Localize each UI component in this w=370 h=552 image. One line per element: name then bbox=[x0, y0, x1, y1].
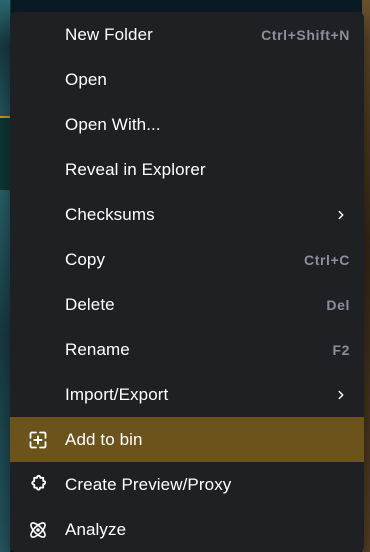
menu-item-label: Checksums bbox=[65, 204, 155, 224]
chevron-right-icon bbox=[338, 390, 344, 399]
menu-item-label: Reveal in Explorer bbox=[65, 159, 206, 179]
menu-item-label: Copy bbox=[65, 249, 106, 269]
menu-item-analyze[interactable]: Analyze bbox=[10, 507, 364, 552]
atom-icon bbox=[30, 521, 46, 538]
menu-item-label: Add to bin bbox=[65, 429, 143, 449]
menu-item-open-with[interactable]: Open With... bbox=[10, 102, 364, 147]
menu-item-import-export[interactable]: Import/Export bbox=[10, 372, 364, 417]
menu-item-label: Import/Export bbox=[65, 384, 169, 404]
menu-item-shortcut: F2 bbox=[332, 341, 350, 358]
menu-item-label: Open bbox=[65, 69, 107, 89]
menu-item-label: Open With... bbox=[65, 114, 161, 134]
menu-item-shortcut: Ctrl+Shift+N bbox=[261, 26, 350, 43]
menu-item-delete[interactable]: Delete Del bbox=[10, 282, 364, 327]
menu-item-label: New Folder bbox=[65, 24, 153, 44]
menu-item-label: Delete bbox=[65, 294, 115, 314]
menu-item-open[interactable]: Open bbox=[10, 57, 364, 102]
menu-item-create-preview-proxy[interactable]: Create Preview/Proxy bbox=[10, 462, 364, 507]
menu-item-copy[interactable]: Copy Ctrl+C bbox=[10, 237, 364, 282]
background-thumbnail-strip-left bbox=[0, 0, 10, 118]
context-menu: New Folder Ctrl+Shift+N Open Open With..… bbox=[10, 12, 364, 552]
chevron-right-icon bbox=[338, 210, 344, 219]
menu-item-new-folder[interactable]: New Folder Ctrl+Shift+N bbox=[10, 12, 364, 57]
menu-item-add-to-bin[interactable]: Add to bin bbox=[10, 417, 364, 462]
menu-item-label: Create Preview/Proxy bbox=[65, 474, 232, 494]
menu-item-rename[interactable]: Rename F2 bbox=[10, 327, 364, 372]
menu-item-shortcut: Del bbox=[326, 296, 350, 313]
menu-item-shortcut: Ctrl+C bbox=[304, 251, 350, 268]
puzzle-icon bbox=[31, 474, 47, 490]
background-thumbnail-strip-left-2 bbox=[0, 190, 10, 552]
menu-item-checksums[interactable]: Checksums bbox=[10, 192, 364, 237]
menu-item-reveal-in-explorer[interactable]: Reveal in Explorer bbox=[10, 147, 364, 192]
menu-item-label: Rename bbox=[65, 339, 130, 359]
add-to-bin-icon bbox=[29, 431, 47, 448]
menu-item-label: Analyze bbox=[65, 519, 127, 539]
